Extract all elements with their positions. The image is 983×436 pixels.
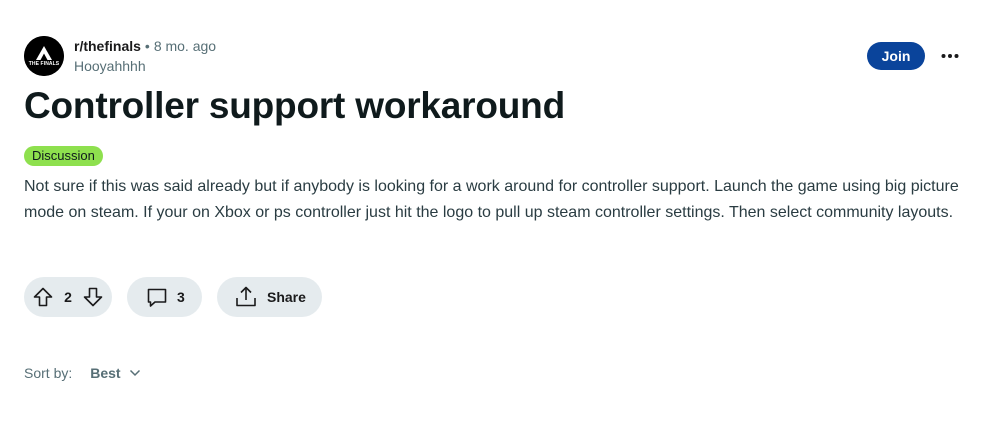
comment-count: 3 [177,289,185,305]
post-flair[interactable]: Discussion [24,146,103,166]
avatar-logo-text: THE FINALS [28,61,60,67]
more-options-button[interactable] [937,43,963,69]
post-page: THE FINALS r/thefinals • 8 mo. ago Hooya… [0,0,983,436]
post-time: 8 mo. ago [153,38,217,54]
post-meta-top: r/thefinals • 8 mo. ago [74,36,216,56]
comments-button[interactable]: 3 [127,277,202,317]
arrow-up-icon [33,287,53,307]
share-button[interactable]: Share [217,277,322,317]
subreddit-avatar[interactable]: THE FINALS [24,36,64,76]
author-link[interactable]: Hooyahhhh [74,56,216,76]
chevron-down-icon [129,369,140,377]
join-button[interactable]: Join [867,42,925,70]
post-meta: r/thefinals • 8 mo. ago Hooyahhhh [74,36,216,76]
sort-label: Sort by: [24,365,73,381]
vote-count: 2 [64,289,72,305]
more-horizontal-icon [941,54,959,58]
downvote-button[interactable] [82,286,104,308]
post-title: Controller support workaround [24,85,565,126]
comment-icon [147,288,167,307]
post-body: Not sure if this was said already but if… [24,178,959,221]
upvote-button[interactable] [32,286,54,308]
sort-value: Best [90,365,121,381]
meta-separator: • [144,38,150,54]
post-actions: 2 3 Share [24,277,322,317]
share-icon [236,286,256,307]
comment-sort: Sort by: Best [24,363,141,383]
share-label: Share [267,289,306,305]
the-finals-logo-icon [24,36,64,76]
post-header: THE FINALS r/thefinals • 8 mo. ago Hooya… [24,36,216,76]
arrow-down-icon [83,287,103,307]
vote-control: 2 [24,277,112,317]
subreddit-link[interactable]: r/thefinals [74,36,141,56]
sort-dropdown[interactable]: Best [90,365,140,381]
